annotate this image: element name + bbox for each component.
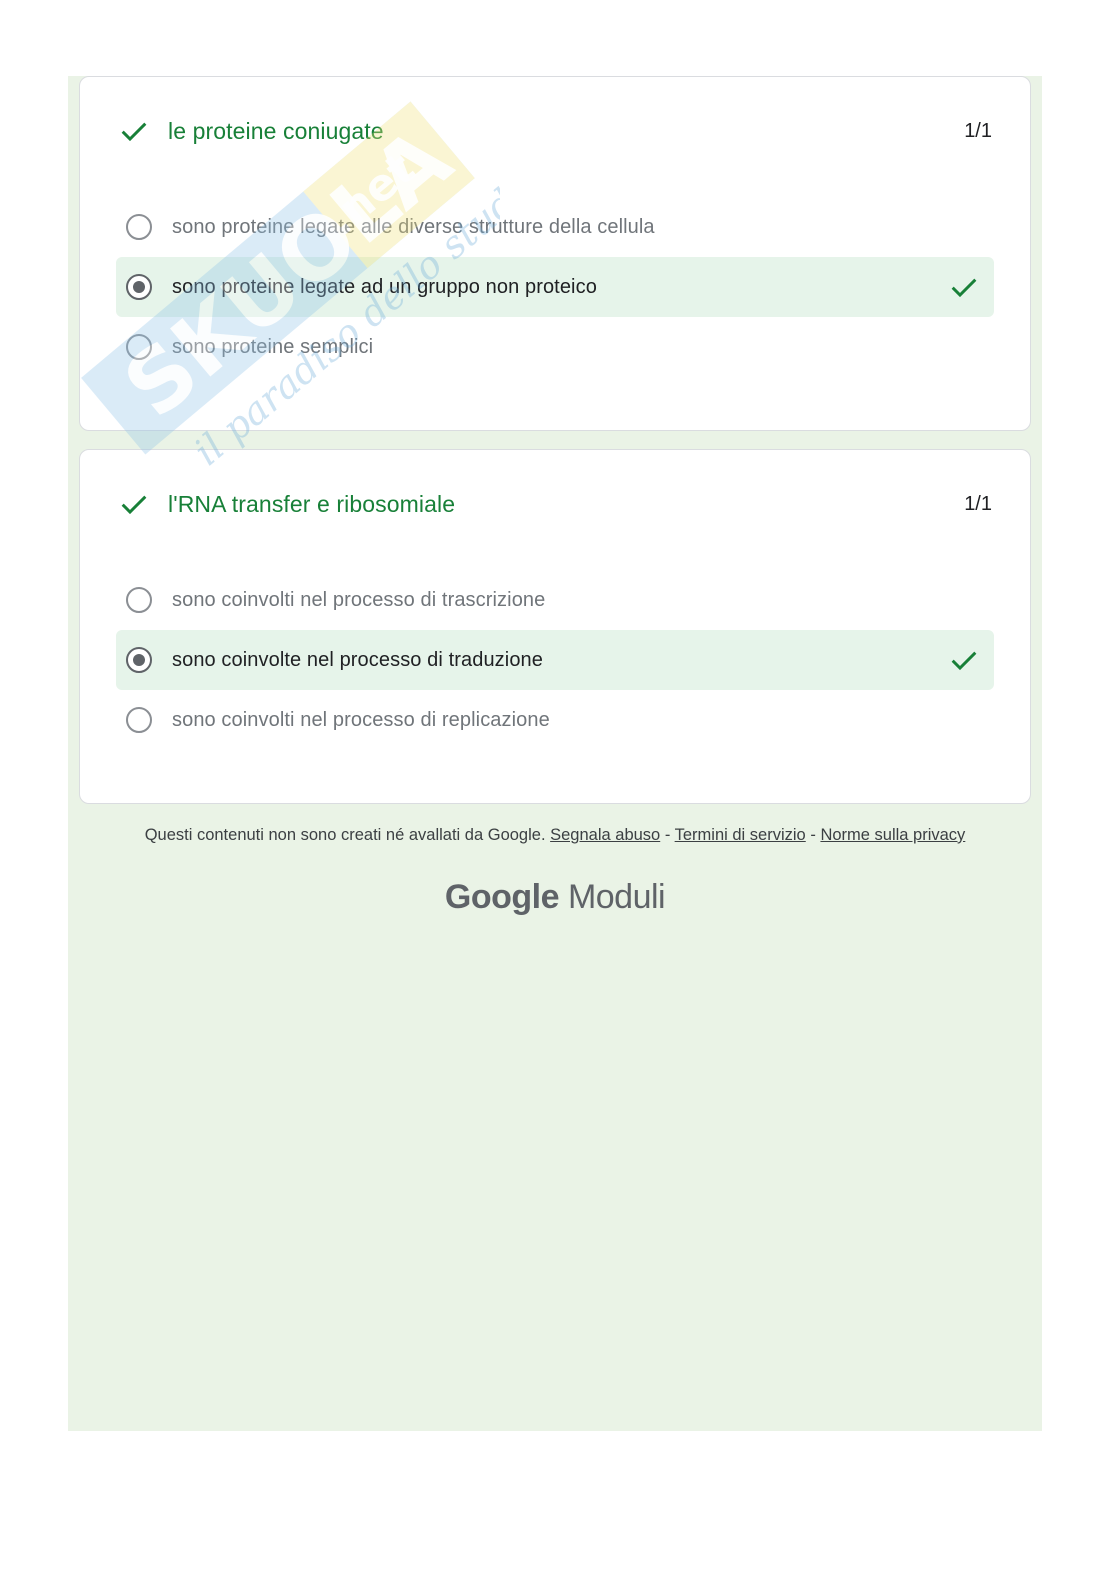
correct-check-icon — [121, 495, 147, 515]
correct-answer-check-icon — [951, 278, 977, 298]
answer-options: sono proteine legate alle diverse strutt… — [116, 197, 994, 377]
footer-disclaimer: Questi contenuti non sono creati né aval… — [68, 826, 1042, 845]
answer-option[interactable]: sono coinvolti nel processo di trascrizi… — [116, 570, 994, 630]
radio-button-checked[interactable] — [126, 274, 152, 300]
radio-button[interactable] — [126, 587, 152, 613]
radio-button[interactable] — [126, 214, 152, 240]
google-forms-logo[interactable]: Google Moduli — [68, 878, 1042, 917]
question-title: le proteine coniugate — [168, 117, 384, 144]
correct-check-icon — [121, 122, 147, 142]
question-header: le proteine coniugate 1/1 — [118, 113, 992, 149]
terms-of-service-link[interactable]: Termini di servizio — [675, 826, 806, 844]
answer-options: sono coinvolti nel processo di trascrizi… — [116, 570, 994, 750]
question-card-1: le proteine coniugate 1/1 sono proteine … — [79, 76, 1031, 431]
question-score: 1/1 — [964, 119, 992, 142]
answer-option[interactable]: sono coinvolti nel processo di replicazi… — [116, 690, 994, 750]
product-name: Moduli — [567, 878, 666, 916]
answer-label: sono proteine legate ad un gruppo non pr… — [172, 275, 597, 298]
disclaimer-text: Questi contenuti non sono creati né aval… — [144, 826, 546, 844]
radio-button[interactable] — [126, 707, 152, 733]
answer-option[interactable]: sono proteine semplici — [116, 317, 994, 377]
answer-option-selected[interactable]: sono coinvolte nel processo di traduzion… — [116, 630, 994, 690]
question-title: l'RNA transfer e ribosomiale — [168, 490, 456, 517]
privacy-policy-link[interactable]: Norme sulla privacy — [820, 826, 965, 844]
footer-separator: - — [664, 826, 671, 844]
question-header: l'RNA transfer e ribosomiale 1/1 — [118, 486, 992, 522]
answer-label: sono proteine legate alle diverse strutt… — [172, 215, 655, 238]
answer-option[interactable]: sono proteine legate alle diverse strutt… — [116, 197, 994, 257]
radio-button[interactable] — [126, 334, 152, 360]
report-abuse-link[interactable]: Segnala abuso — [550, 826, 660, 844]
radio-button-checked[interactable] — [126, 647, 152, 673]
answer-label: sono coinvolti nel processo di replicazi… — [172, 708, 550, 731]
answer-label: sono coinvolti nel processo di trascrizi… — [172, 588, 546, 611]
answer-label: sono proteine semplici — [172, 335, 374, 358]
google-wordmark: Google — [444, 878, 560, 916]
question-score: 1/1 — [964, 492, 992, 515]
radio-dot — [132, 653, 145, 666]
answer-label: sono coinvolte nel processo di traduzion… — [172, 648, 543, 671]
footer-separator: - — [810, 826, 816, 844]
question-card-2: l'RNA transfer e ribosomiale 1/1 sono co… — [79, 449, 1031, 804]
answer-option-selected[interactable]: sono proteine legate ad un gruppo non pr… — [116, 257, 994, 317]
radio-dot — [132, 280, 145, 293]
page: le proteine coniugate 1/1 sono proteine … — [0, 0, 1116, 1579]
correct-answer-check-icon — [951, 651, 977, 671]
